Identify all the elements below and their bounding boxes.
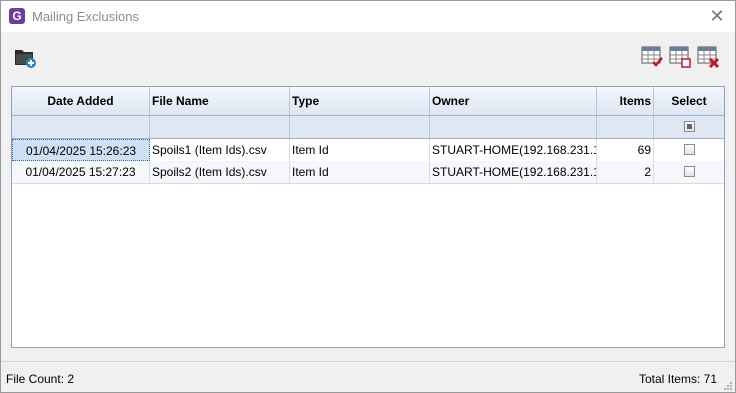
cell-owner[interactable]: STUART-HOME(192.168.231.1) [430,139,597,161]
mailing-exclusions-window: G Mailing Exclusions ✕ Date Added File N… [0,0,736,393]
close-icon: ✕ [709,6,725,26]
column-header-select[interactable]: Select [654,87,724,115]
column-header-owner[interactable]: Owner [430,87,597,115]
cell-owner[interactable]: STUART-HOME(192.168.231.1) [430,161,597,183]
filter-items[interactable] [597,116,654,138]
window-title: Mailing Exclusions [32,9,139,24]
cell-date-added[interactable]: 01/04/2025 15:27:23 [12,161,150,183]
toolbar [1,32,735,84]
indeterminate-mark-icon [687,124,692,129]
status-bar: File Count: 2 Total Items: 71 [1,361,735,393]
column-header-file-name[interactable]: File Name [150,87,290,115]
title-bar: G Mailing Exclusions ✕ [1,1,735,32]
column-header-items[interactable]: Items [597,87,654,115]
column-header-type[interactable]: Type [290,87,430,115]
cell-type[interactable]: Item Id [290,139,430,161]
deselect-all-button[interactable] [669,45,693,69]
cell-select [654,161,724,183]
grid-header-row: Date Added File Name Type Owner Items Se… [12,87,724,116]
resize-grip-icon[interactable] [723,381,733,391]
filter-file-name[interactable] [150,116,290,138]
filter-type[interactable] [290,116,430,138]
cell-type[interactable]: Item Id [290,161,430,183]
delete-button[interactable] [697,45,721,69]
cell-items[interactable]: 2 [597,161,654,183]
exclusions-grid[interactable]: Date Added File Name Type Owner Items Se… [11,86,725,348]
cell-select [654,139,724,161]
cell-date-added[interactable]: 01/04/2025 15:26:23 [12,139,150,161]
filter-date-added[interactable] [12,116,150,138]
grid-filter-row [12,116,724,139]
file-count-label: File Count: 2 [6,372,75,386]
filter-select [654,116,724,138]
folder-add-icon [15,50,36,68]
filter-owner[interactable] [430,116,597,138]
column-header-date-added[interactable]: Date Added [12,87,150,115]
add-file-button[interactable] [13,45,37,69]
row-select-checkbox[interactable] [684,144,695,155]
grid-deselect-icon [669,46,691,68]
total-items-label: Total Items: 71 [638,372,717,386]
close-button[interactable]: ✕ [705,5,729,27]
table-row[interactable]: 01/04/2025 15:26:23 Spoils1 (Item Ids).c… [12,139,724,162]
grid-select-all-icon [641,46,663,67]
table-row[interactable]: 01/04/2025 15:27:23 Spoils2 (Item Ids).c… [12,161,724,184]
cell-file-name[interactable]: Spoils1 (Item Ids).csv [150,139,290,161]
row-select-checkbox[interactable] [684,166,695,177]
cell-file-name[interactable]: Spoils2 (Item Ids).csv [150,161,290,183]
app-logo-icon: G [9,8,25,24]
grid-delete-icon [697,46,720,69]
select-all-checkbox[interactable] [684,121,695,132]
cell-items[interactable]: 69 [597,139,654,161]
select-all-button[interactable] [641,45,665,69]
